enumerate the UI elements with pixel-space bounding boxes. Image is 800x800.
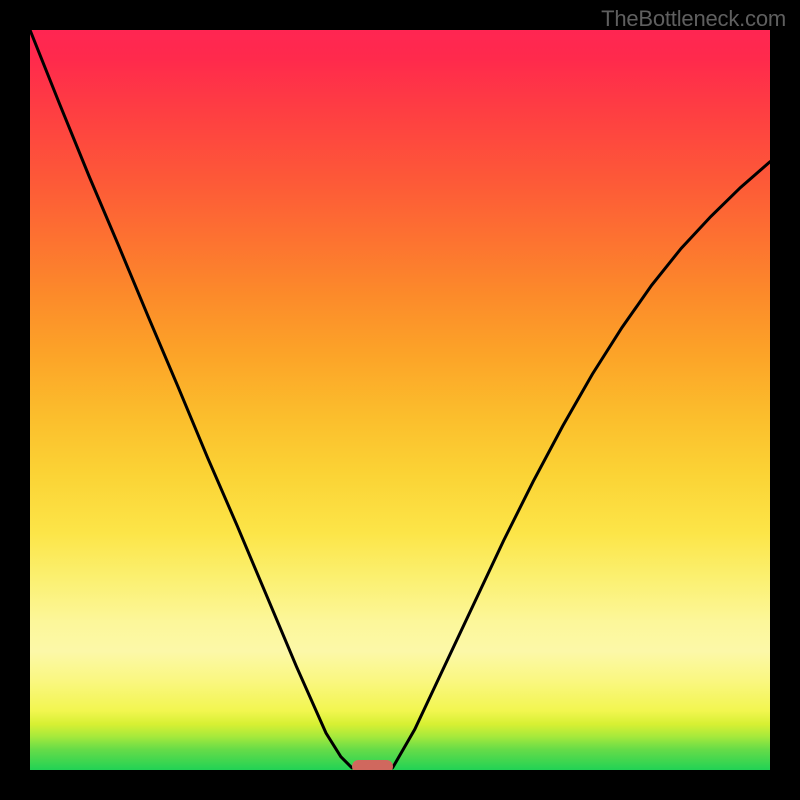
chart-frame: TheBottleneck.com bbox=[0, 0, 800, 800]
plot-area bbox=[30, 30, 770, 770]
optimal-marker bbox=[352, 760, 393, 770]
watermark-text: TheBottleneck.com bbox=[601, 6, 786, 32]
bottleneck-curve bbox=[30, 30, 770, 770]
